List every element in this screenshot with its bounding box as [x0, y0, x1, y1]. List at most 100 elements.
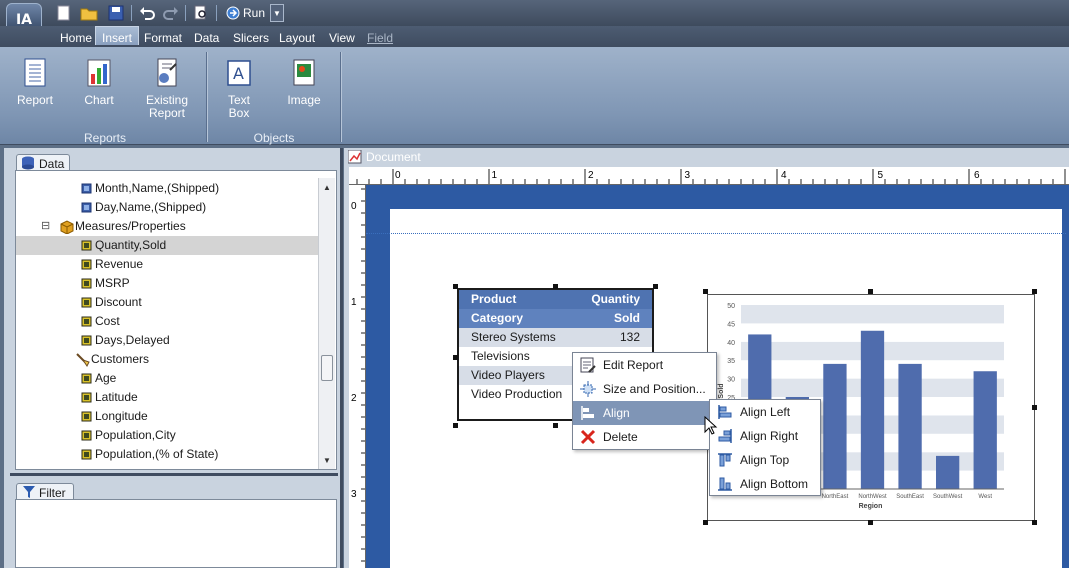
chart-bar[interactable] — [973, 371, 997, 489]
collapse-icon[interactable]: ⊟ — [41, 217, 50, 236]
align-icon — [581, 406, 594, 420]
chart-bar[interactable] — [860, 330, 885, 489]
chart-bar[interactable] — [935, 455, 960, 489]
reports-group-label: Reports — [83, 131, 127, 145]
data-panel-tab[interactable]: Data — [16, 154, 70, 171]
scroll-thumb[interactable] — [321, 355, 333, 381]
report-icon — [24, 58, 46, 87]
dimension-icon — [81, 183, 92, 194]
tree-item-latitude[interactable]: Latitude — [16, 388, 318, 407]
ruler-label: 1 — [351, 297, 357, 308]
tree-folder-measures[interactable]: ⊟ Measures/Properties — [16, 217, 318, 236]
measure-icon — [81, 278, 92, 289]
menu-item-size-and-position[interactable]: Size and Position... — [573, 377, 716, 401]
tab-slicers[interactable]: Slicers — [233, 31, 269, 45]
y-tick-label: 50 — [727, 303, 735, 310]
tree-item-quantity-sold[interactable]: Quantity,Sold — [16, 236, 318, 255]
scroll-up-icon[interactable]: ▲ — [319, 179, 335, 195]
tree-item-age[interactable]: Age — [16, 369, 318, 388]
tab-format[interactable]: Format — [144, 31, 182, 45]
resize-handle[interactable] — [1032, 405, 1037, 410]
tree-item-discount[interactable]: Discount — [16, 293, 318, 312]
align-left-icon — [718, 405, 732, 419]
tree-item-label: Revenue — [95, 257, 144, 271]
panel-splitter[interactable] — [10, 473, 338, 476]
tree-item-label: Population,(% of State) — [95, 447, 219, 461]
insert-report-button[interactable]: Report — [7, 58, 63, 107]
redo-icon[interactable] — [162, 4, 180, 22]
tab-insert[interactable]: Insert — [95, 26, 140, 45]
tree-folder-customers[interactable]: Customers — [16, 350, 318, 369]
resize-handle[interactable] — [868, 520, 873, 525]
data-tree-scrollbar[interactable]: ▲ ▼ — [318, 178, 335, 469]
chart-icon — [87, 59, 111, 87]
menu-item-align-right[interactable]: Align Right — [710, 424, 820, 448]
tree-item-label: Cost — [95, 314, 120, 328]
tree-item-days-delayed[interactable]: Days,Delayed — [16, 331, 318, 350]
chart-bar[interactable] — [898, 363, 922, 489]
menu-item-align[interactable]: Align — [573, 401, 716, 425]
tree-item-longitude[interactable]: Longitude — [16, 407, 318, 426]
run-icon[interactable] — [224, 4, 242, 22]
menu-item-delete[interactable]: Delete — [573, 425, 716, 449]
resize-handle[interactable] — [453, 355, 458, 360]
run-dropdown-button[interactable]: ▼ — [270, 4, 284, 22]
run-button[interactable]: Run — [243, 6, 265, 20]
mouse-cursor-icon — [704, 416, 718, 435]
ruler-label: 2 — [351, 393, 357, 404]
menu-item-edit-report[interactable]: Edit Report — [573, 353, 716, 377]
tree-item-label: Month,Name,(Shipped) — [95, 181, 220, 195]
delete-icon — [580, 429, 596, 445]
edit-report-icon — [580, 357, 596, 373]
resize-handle[interactable] — [703, 520, 708, 525]
resize-handle[interactable] — [553, 284, 558, 289]
customers-icon — [76, 353, 90, 367]
tree-item-month-name[interactable]: Month,Name,(Shipped) — [16, 179, 318, 198]
chart-bar[interactable] — [823, 363, 847, 489]
dimension-icon — [81, 202, 92, 213]
tree-item-day-name[interactable]: Day,Name,(Shipped) — [16, 198, 318, 217]
tab-view[interactable]: View — [329, 31, 355, 45]
tree-item-population-city[interactable]: Population,City — [16, 426, 318, 445]
resize-handle[interactable] — [553, 423, 558, 428]
menu-item-align-left[interactable]: Align Left — [710, 400, 820, 424]
new-icon[interactable] — [55, 4, 73, 22]
menu-item-align-bottom[interactable]: Align Bottom — [710, 472, 820, 496]
tab-home[interactable]: Home — [60, 31, 92, 45]
menu-item-align-top[interactable]: Align Top — [710, 448, 820, 472]
measure-icon — [81, 316, 92, 327]
ruler-label: 5 — [878, 170, 884, 181]
tree-item-label: Discount — [95, 295, 142, 309]
y-tick-label: 45 — [727, 321, 735, 328]
tree-item-label: Quantity,Sold — [95, 238, 167, 252]
tab-layout[interactable]: Layout — [279, 31, 315, 45]
tab-data[interactable]: Data — [194, 31, 219, 45]
resize-handle[interactable] — [868, 289, 873, 294]
open-folder-icon[interactable] — [80, 4, 98, 22]
save-icon[interactable] — [107, 4, 125, 22]
insert-image-button[interactable]: Image — [276, 58, 332, 107]
undo-icon[interactable] — [138, 4, 156, 22]
document-icon — [348, 150, 362, 164]
insert-text-box-button[interactable]: A Text Box — [211, 58, 267, 120]
insert-existing-report-button[interactable]: Existing Report — [139, 58, 195, 120]
resize-handle[interactable] — [453, 284, 458, 289]
tree-item-revenue[interactable]: Revenue — [16, 255, 318, 274]
tree-item-population-state[interactable]: Population,(% of State) — [16, 445, 318, 464]
insert-chart-button[interactable]: Chart — [71, 58, 127, 107]
filter-panel-tab[interactable]: Filter — [16, 483, 74, 500]
tree-item-label: Measures/Properties — [75, 219, 186, 233]
table-row: Stereo Systems 132 — [459, 328, 652, 347]
resize-handle[interactable] — [453, 423, 458, 428]
scroll-down-icon[interactable]: ▼ — [319, 452, 335, 468]
x-tick-label: SouthEast — [896, 494, 924, 500]
resize-handle[interactable] — [703, 289, 708, 294]
tree-item-msrp[interactable]: MSRP — [16, 274, 318, 293]
y-tick-label: 35 — [727, 358, 735, 365]
x-tick-label: SouthWest — [933, 494, 963, 500]
tree-item-cost[interactable]: Cost — [16, 312, 318, 331]
resize-handle[interactable] — [653, 284, 658, 289]
resize-handle[interactable] — [1032, 520, 1037, 525]
print-preview-icon[interactable] — [192, 4, 210, 22]
resize-handle[interactable] — [1032, 289, 1037, 294]
